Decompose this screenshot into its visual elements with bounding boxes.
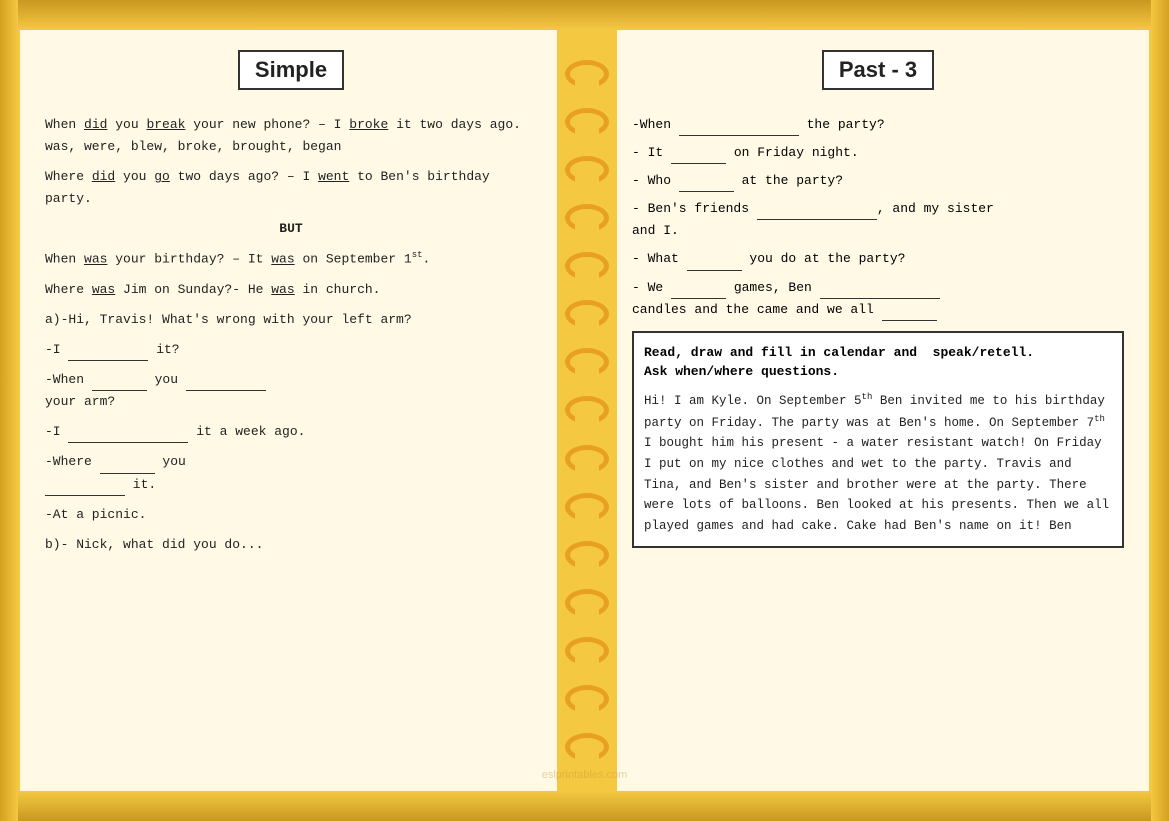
fill-line-4: - Ben's friends , and my sisterand I.: [632, 198, 1124, 242]
page-container: Simple When did you break your new phone…: [0, 0, 1169, 821]
spiral-coil-2: [565, 108, 609, 136]
spiral-coil-6: [565, 300, 609, 328]
left-p9: -I it a week ago.: [45, 421, 537, 443]
read-draw-box: Read, draw and fill in calendar and spea…: [632, 331, 1124, 549]
torn-right: [1151, 0, 1169, 821]
left-but: BUT: [45, 218, 537, 240]
right-title-box: Past - 3: [822, 50, 934, 90]
right-title-wrap: Past - 3: [632, 50, 1124, 102]
spiral-binding: [557, 30, 617, 791]
blank-r1: [679, 120, 799, 136]
fill-line-5: - What you do at the party?: [632, 248, 1124, 270]
was4-underline: was: [271, 282, 294, 297]
left-p10: -Where you it.: [45, 451, 537, 495]
fill-line-6: - We games, Ben candles and the came and…: [632, 277, 1124, 321]
blank-r8: [882, 305, 937, 321]
went-underline: went: [318, 169, 349, 184]
left-p6: a)-Hi, Travis! What's wrong with your le…: [45, 309, 537, 331]
torn-bottom: [0, 791, 1169, 821]
left-title: Simple: [255, 57, 327, 82]
right-title: Past - 3: [839, 57, 917, 82]
was3-underline: was: [92, 282, 115, 297]
spiral-coil-11: [565, 541, 609, 569]
blank-3: [186, 375, 266, 391]
left-title-wrap: Simple: [45, 50, 537, 102]
spiral-coil-13: [565, 637, 609, 665]
left-p5: Where was Jim on Sunday?- He was in chur…: [45, 279, 537, 301]
spiral-coil-1: [565, 60, 609, 88]
spiral-coil-7: [565, 348, 609, 376]
spiral-coil-4: [565, 204, 609, 232]
th1-superscript: th: [862, 392, 873, 402]
did2-underline: did: [92, 169, 115, 184]
th2-superscript: th: [1094, 414, 1105, 424]
right-page: Past - 3 -When the party? - It on Friday…: [617, 30, 1149, 791]
torn-left: [0, 0, 18, 821]
fill-line-2: - It on Friday night.: [632, 142, 1124, 164]
left-p7: -I it?: [45, 339, 537, 361]
blank-4: [68, 427, 188, 443]
left-title-box: Simple: [238, 50, 344, 90]
break-underline: break: [146, 117, 185, 132]
spiral-coil-9: [565, 445, 609, 473]
left-content: When did you break your new phone? – I b…: [45, 114, 537, 556]
torn-top: [0, 0, 1169, 30]
left-page: Simple When did you break your new phone…: [20, 30, 557, 791]
blank-6: [45, 480, 125, 496]
read-draw-content: Hi! I am Kyle. On September 5th Ben invi…: [644, 390, 1112, 537]
left-p8: -When you your arm?: [45, 369, 537, 413]
did-underline: did: [84, 117, 107, 132]
spiral-coil-8: [565, 396, 609, 424]
fill-line-3: - Who at the party?: [632, 170, 1124, 192]
blank-r6: [671, 283, 726, 299]
read-draw-title: Read, draw and fill in calendar and spea…: [644, 343, 1112, 382]
fill-line-1: -When the party?: [632, 114, 1124, 136]
spiral-coil-3: [565, 156, 609, 184]
spiral-coil-5: [565, 252, 609, 280]
left-p1: When did you break your new phone? – I b…: [45, 114, 537, 158]
left-p2: Where did you go two days ago? – I went …: [45, 166, 537, 210]
blank-r3: [679, 176, 734, 192]
left-p12: b)- Nick, what did you do...: [45, 534, 537, 556]
fill-section: -When the party? - It on Friday night. -…: [632, 114, 1124, 321]
content-area: Simple When did you break your new phone…: [20, 30, 1149, 791]
left-p4: When was your birthday? – It was on Sept…: [45, 248, 537, 270]
left-p11: -At a picnic.: [45, 504, 537, 526]
spiral-coil-12: [565, 589, 609, 617]
st-superscript: st: [412, 250, 423, 260]
blank-1: [68, 345, 148, 361]
blank-5: [100, 458, 155, 474]
blank-2: [92, 375, 147, 391]
was2-underline: was: [271, 252, 294, 267]
spiral-coil-15: [565, 733, 609, 761]
blank-r4: [757, 204, 877, 220]
blank-r7: [820, 283, 940, 299]
blank-r2: [671, 148, 726, 164]
go-underline: go: [154, 169, 170, 184]
broke-underline: broke: [349, 117, 388, 132]
was1-underline: was: [84, 252, 107, 267]
spiral-coil-14: [565, 685, 609, 713]
blank-r5: [687, 255, 742, 271]
spiral-coil-10: [565, 493, 609, 521]
